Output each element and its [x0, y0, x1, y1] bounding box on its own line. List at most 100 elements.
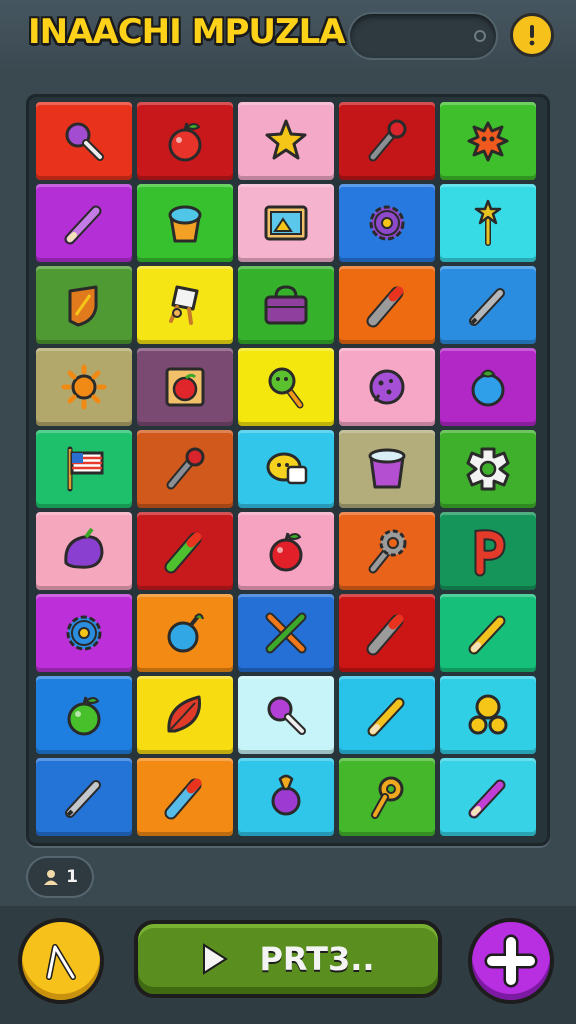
- tile-chair[interactable]: [137, 266, 233, 344]
- tile-wand[interactable]: [440, 184, 536, 262]
- tile-microphone[interactable]: [339, 102, 435, 180]
- tile-gear[interactable]: [339, 184, 435, 262]
- tile-cup[interactable]: [339, 430, 435, 508]
- cog-outline-icon: [466, 447, 510, 491]
- game-title: INAACHI MPUZLA: [28, 12, 346, 52]
- level-badge: 1: [28, 858, 92, 896]
- play-icon: [203, 943, 229, 975]
- tile-apple-frame[interactable]: [137, 348, 233, 426]
- wand-icon: [46, 944, 76, 980]
- cup-icon: [368, 448, 406, 489]
- tile-leaf[interactable]: [137, 676, 233, 754]
- magnifier-icon: [65, 122, 104, 161]
- tile-marker[interactable]: [339, 594, 435, 672]
- pencil-icon: [64, 205, 102, 245]
- tile-bomb[interactable]: [137, 594, 233, 672]
- tile-splat[interactable]: [440, 102, 536, 180]
- tile-bag[interactable]: [238, 266, 334, 344]
- apple-icon: [269, 532, 303, 572]
- star-icon: [265, 119, 307, 160]
- tile-star[interactable]: [238, 102, 334, 180]
- marker-icon: [366, 286, 404, 328]
- tile-bucket[interactable]: [137, 184, 233, 262]
- apple-green-icon: [67, 696, 101, 736]
- tile-microphone[interactable]: [137, 430, 233, 508]
- letter-p-icon: [474, 529, 506, 577]
- tile-chat[interactable]: [238, 430, 334, 508]
- pen-icon: [65, 780, 101, 818]
- tile-sun[interactable]: [36, 348, 132, 426]
- cookie-icon: [369, 369, 405, 405]
- pencil-purple-icon: [468, 779, 506, 819]
- tile-lollipop[interactable]: [238, 348, 334, 426]
- ball-cluster-icon: [468, 694, 508, 735]
- key-icon: [371, 776, 404, 819]
- puzzle-board: [26, 94, 550, 846]
- play-button-label: PRT3..: [259, 940, 375, 978]
- tile-ornament[interactable]: [238, 758, 334, 836]
- level-value: 1: [66, 867, 78, 887]
- tile-marker-blue[interactable]: [137, 758, 233, 836]
- pencil-yellow-icon: [367, 697, 405, 737]
- tile-gear-blue[interactable]: [36, 594, 132, 672]
- tile-letter-p[interactable]: [440, 512, 536, 590]
- marker-blue-icon: [164, 778, 202, 820]
- microphone-icon: [166, 447, 205, 490]
- tools-icon: [265, 612, 307, 654]
- tile-key[interactable]: [339, 758, 435, 836]
- magnifier-icon: [267, 696, 306, 735]
- tile-tools[interactable]: [238, 594, 334, 672]
- bucket-icon: [168, 205, 202, 243]
- tile-apple[interactable]: [137, 102, 233, 180]
- tile-magnifier[interactable]: [36, 102, 132, 180]
- tile-magnifier[interactable]: [238, 676, 334, 754]
- picture-icon: [264, 205, 308, 241]
- person-icon: [44, 870, 59, 885]
- plus-icon: [484, 934, 538, 988]
- tile-pencil[interactable]: [36, 184, 132, 262]
- apple-icon: [168, 122, 202, 162]
- tile-pencil-purple[interactable]: [440, 758, 536, 836]
- tile-pen[interactable]: [440, 266, 536, 344]
- tile-apple-green[interactable]: [36, 676, 132, 754]
- play-button[interactable]: PRT3..: [134, 920, 442, 998]
- tile-cog-outline[interactable]: [440, 430, 536, 508]
- marker-icon: [366, 614, 404, 656]
- tile-berry[interactable]: [440, 348, 536, 426]
- tile-apple[interactable]: [238, 512, 334, 590]
- tile-pen[interactable]: [36, 758, 132, 836]
- marker-green-icon: [164, 532, 202, 574]
- pencil-yellow-icon: [468, 615, 506, 655]
- bomb-icon: [167, 613, 204, 653]
- tile-ball-cluster[interactable]: [440, 676, 536, 754]
- sun-icon: [61, 364, 107, 410]
- wand-icon: [474, 199, 502, 246]
- bag-icon: [264, 285, 308, 325]
- top-bar: INAACHI MPUZLA: [0, 0, 576, 76]
- progress-end-marker: [474, 30, 486, 42]
- apple-frame-icon: [165, 367, 205, 407]
- microphone-icon: [368, 119, 407, 162]
- berry-icon: [471, 369, 505, 407]
- tile-marker[interactable]: [339, 266, 435, 344]
- ornament-icon: [271, 774, 301, 816]
- tile-plum[interactable]: [36, 512, 132, 590]
- shield-icon: [68, 285, 98, 327]
- info-button[interactable]: [510, 13, 554, 57]
- wand-button[interactable]: [18, 918, 104, 1004]
- tile-flag[interactable]: [36, 430, 132, 508]
- exclamation-icon: [529, 25, 535, 46]
- tile-cookie[interactable]: [339, 348, 435, 426]
- splat-icon: [467, 121, 509, 162]
- tile-pencil-yellow[interactable]: [440, 594, 536, 672]
- tile-pencil-yellow[interactable]: [339, 676, 435, 754]
- progress-bar: [350, 14, 496, 58]
- lollipop-icon: [268, 367, 304, 409]
- leaf-icon: [167, 695, 201, 733]
- tile-marker-green[interactable]: [137, 512, 233, 590]
- tile-wrench[interactable]: [339, 512, 435, 590]
- tile-picture[interactable]: [238, 184, 334, 262]
- gear-blue-icon: [66, 615, 102, 651]
- add-button[interactable]: [468, 918, 554, 1004]
- tile-shield[interactable]: [36, 266, 132, 344]
